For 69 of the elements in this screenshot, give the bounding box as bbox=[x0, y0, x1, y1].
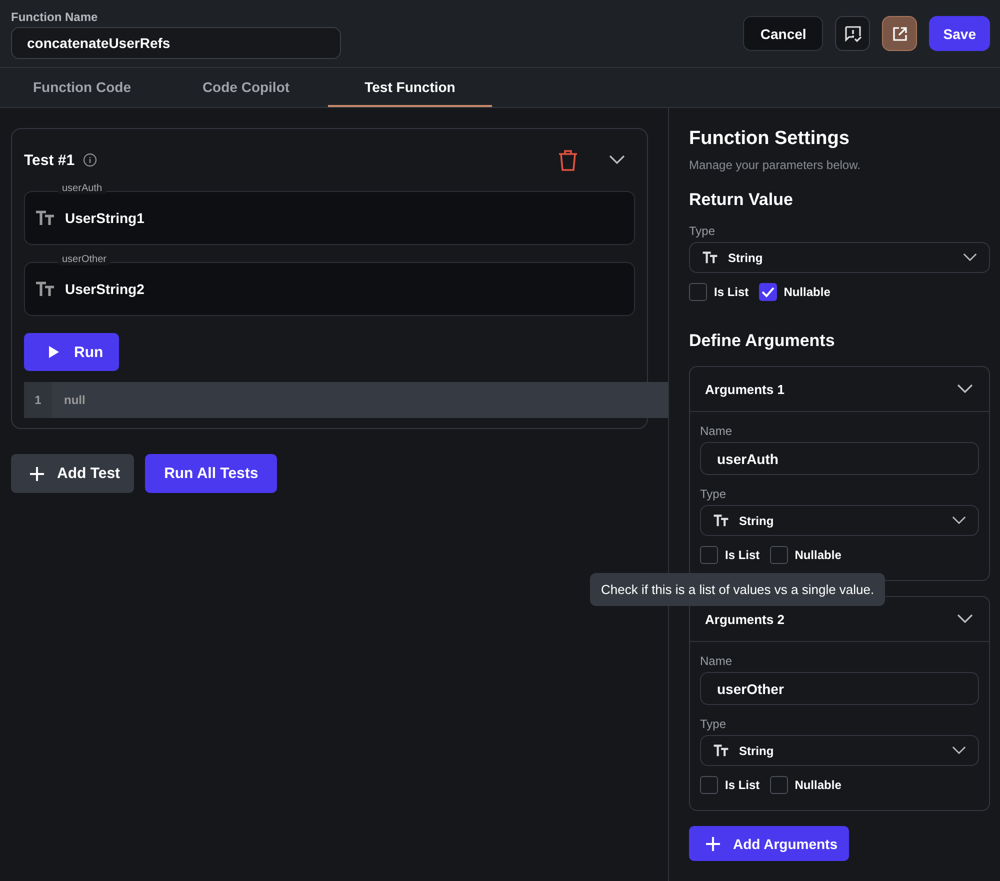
settings-title: Function Settings bbox=[689, 128, 850, 150]
field-label: Name bbox=[700, 424, 734, 438]
add-test-button[interactable]: Add Test bbox=[11, 454, 134, 493]
text-type-icon bbox=[702, 251, 718, 264]
chevron-icon bbox=[963, 253, 977, 262]
field-label: Type bbox=[689, 224, 716, 238]
field-label: Type bbox=[700, 487, 728, 501]
play-icon bbox=[48, 345, 60, 359]
name-field[interactable]: userAuth bbox=[700, 442, 979, 475]
checkbox[interactable] bbox=[770, 776, 788, 794]
tab[interactable]: Test Function bbox=[328, 68, 492, 107]
output-text: null bbox=[63, 393, 86, 407]
checkbox-label: Is List bbox=[725, 778, 760, 792]
checkbox[interactable] bbox=[689, 283, 707, 301]
text-type-icon bbox=[713, 744, 729, 757]
text-type-icon bbox=[35, 281, 55, 297]
run-button[interactable]: Run bbox=[24, 333, 120, 371]
checkbox-label: Nullable bbox=[794, 548, 842, 562]
field-label: userAuth bbox=[58, 183, 106, 194]
field-label: userOther bbox=[58, 254, 110, 265]
field-label: Function Name bbox=[11, 10, 99, 24]
tab[interactable]: Code Copilot bbox=[164, 68, 328, 107]
chevron-icon bbox=[952, 516, 966, 525]
checkbox[interactable] bbox=[700, 546, 718, 564]
type-dropdown[interactable]: String bbox=[689, 242, 990, 273]
run-all-tests-button[interactable]: Run All Tests bbox=[145, 454, 278, 493]
checkbox[interactable] bbox=[758, 283, 777, 301]
chevron-icon[interactable] bbox=[957, 384, 973, 394]
test-input-field[interactable]: UserString1 bbox=[24, 191, 635, 245]
text-type-icon bbox=[713, 514, 729, 527]
chevron-icon[interactable] bbox=[609, 155, 625, 165]
type-dropdown[interactable]: String bbox=[700, 505, 979, 536]
external-link-icon bbox=[892, 26, 908, 42]
name-field[interactable]: userOther bbox=[700, 672, 979, 705]
alert-check-button[interactable] bbox=[835, 16, 870, 51]
input-value: UserString2 bbox=[65, 281, 144, 297]
plus-icon bbox=[29, 466, 45, 482]
test-input-field[interactable]: UserString2 bbox=[24, 262, 635, 316]
chevron-icon[interactable] bbox=[957, 614, 973, 624]
field-label: Type bbox=[700, 717, 728, 731]
checkbox-label: Nullable bbox=[794, 778, 842, 792]
checkbox[interactable] bbox=[700, 776, 718, 794]
cancel-button[interactable]: Cancel bbox=[743, 16, 824, 51]
tooltip: Check if this is a list of values vs a single value. bbox=[590, 573, 886, 606]
input-value: UserString1 bbox=[65, 210, 144, 226]
checkbox-label: Nullable bbox=[784, 285, 830, 299]
trash-icon[interactable] bbox=[557, 148, 579, 172]
argument-title: Arguments 2 bbox=[705, 612, 784, 626]
plus-icon bbox=[705, 836, 721, 852]
checkbox-label: Is List bbox=[725, 548, 760, 562]
argument-title: Arguments 1 bbox=[705, 382, 784, 396]
save-button[interactable]: Save bbox=[929, 16, 990, 51]
alert-check-icon bbox=[844, 24, 862, 42]
function-name-field[interactable]: concatenateUserRefs bbox=[11, 27, 341, 59]
test-title: Test #1 bbox=[24, 152, 75, 168]
tab[interactable]: Function Code bbox=[0, 68, 164, 107]
open-external-button[interactable] bbox=[882, 16, 918, 51]
section-title: Return Value bbox=[689, 190, 794, 210]
info-icon bbox=[82, 153, 97, 167]
type-dropdown[interactable]: String bbox=[700, 735, 979, 766]
chevron-icon bbox=[952, 746, 966, 755]
line-number: 1 bbox=[24, 382, 52, 418]
field-label: Name bbox=[700, 654, 734, 668]
add-arguments-button[interactable]: Add Arguments bbox=[689, 826, 850, 861]
checkbox-label: Is List bbox=[714, 285, 749, 299]
settings-subtitle: Manage your parameters below. bbox=[689, 158, 862, 172]
checkbox[interactable] bbox=[770, 546, 788, 564]
section-title: Define Arguments bbox=[689, 331, 836, 351]
text-type-icon bbox=[35, 210, 55, 226]
